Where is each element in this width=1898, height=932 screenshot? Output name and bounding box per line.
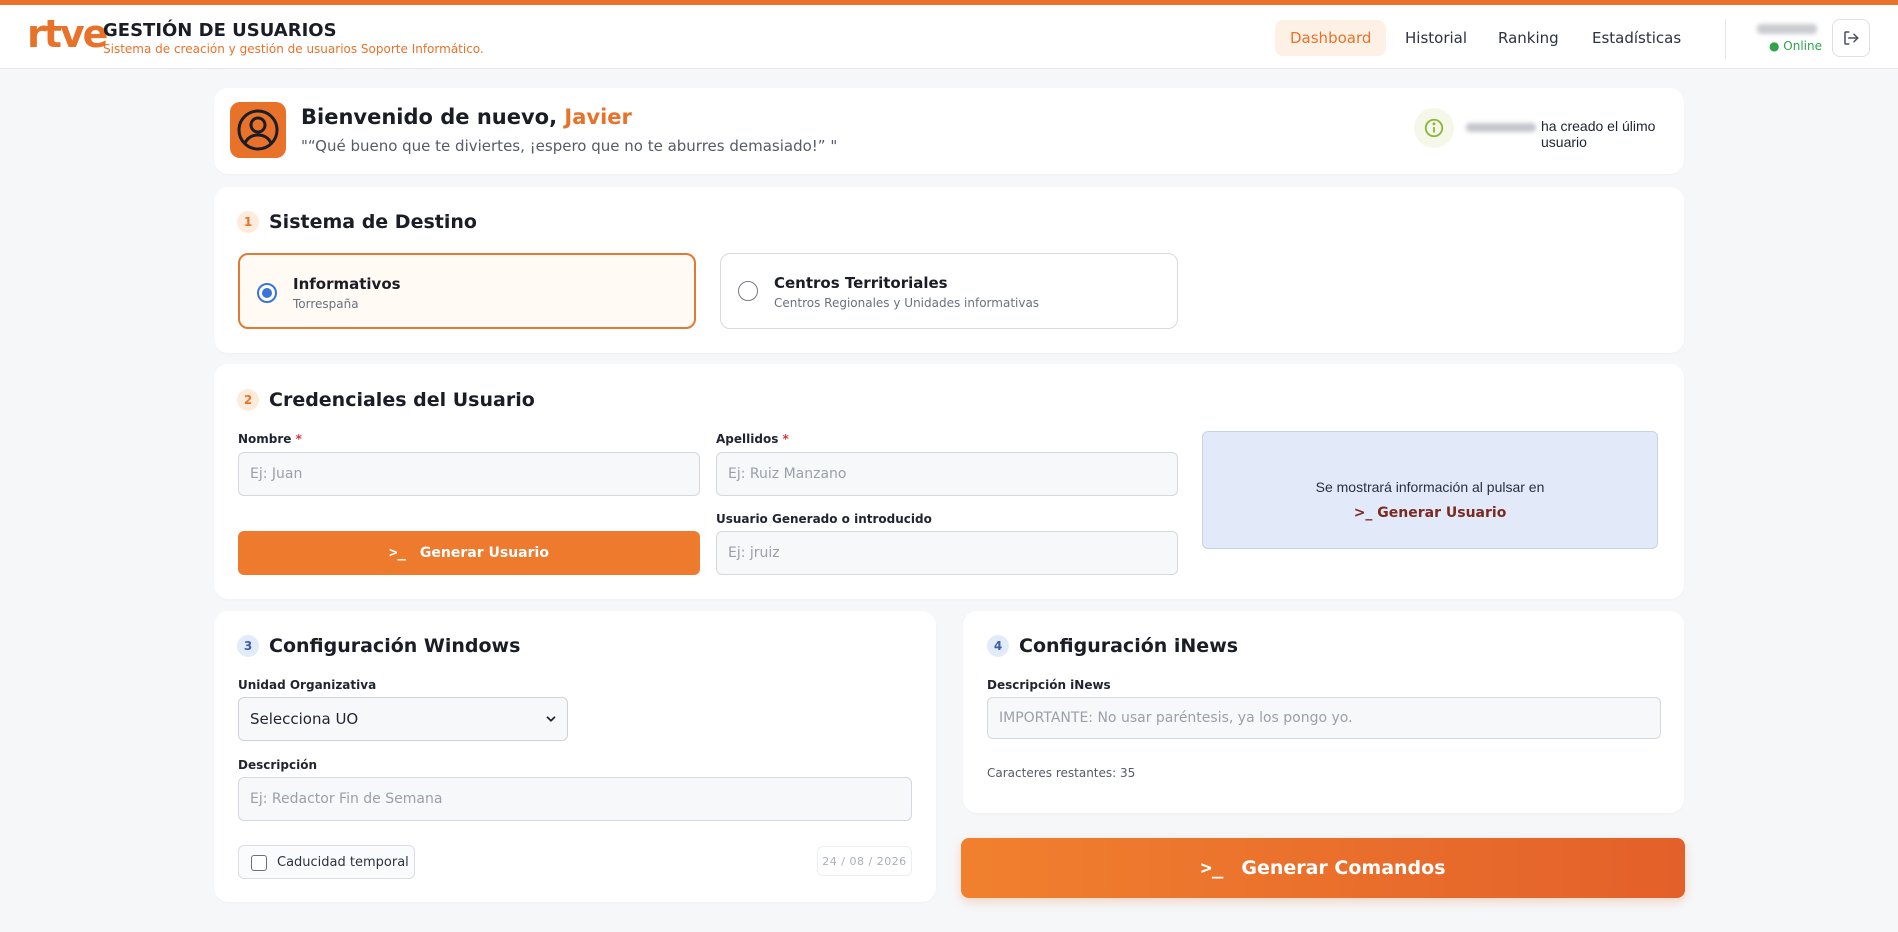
required-mark: * (295, 432, 302, 446)
caducidad-checkbox[interactable] (251, 855, 267, 871)
chevron-down-icon (546, 716, 556, 722)
info-badge (1414, 108, 1454, 148)
app-subtitle: Sistema de creación y gestión de usuario… (103, 42, 484, 56)
nav-estadisticas[interactable]: Estadísticas (1577, 20, 1696, 56)
apellidos-label: Apellidos * (716, 432, 789, 446)
welcome-card: Bienvenido de nuevo, Javier "“Qué bueno … (214, 88, 1684, 174)
header-divider (1725, 19, 1726, 59)
option-centros-territoriales[interactable]: Centros Territoriales Centros Regionales… (720, 253, 1178, 329)
descripcion-label: Descripción (238, 758, 317, 772)
credenciales-title: Credenciales del Usuario (269, 389, 535, 411)
generar-comandos-label: Generar Comandos (1241, 857, 1446, 879)
logout-icon (1844, 31, 1859, 45)
nav-dashboard[interactable]: Dashboard (1275, 20, 1387, 56)
apellidos-input[interactable] (716, 452, 1178, 496)
welcome-title: Bienvenido de nuevo, Javier (301, 105, 632, 129)
uo-label: Unidad Organizativa (238, 678, 377, 692)
nav-historial[interactable]: Historial (1390, 20, 1482, 56)
info-panel-text: Se mostrará información al pulsar en (1315, 479, 1545, 495)
app-header: rtve GESTIÓN DE USUARIOS Sistema de crea… (0, 5, 1898, 69)
last-user-name-blurred (1466, 123, 1536, 132)
chars-remaining: Caracteres restantes: 35 (987, 766, 1136, 780)
uo-selected-value: Selecciona UO (250, 710, 359, 728)
nombre-label-text: Nombre (238, 432, 292, 446)
welcome-user-name: Javier (564, 105, 632, 129)
avatar (230, 102, 286, 158)
inews-descripcion-input[interactable] (987, 697, 1661, 739)
terminal-prompt-icon: >_ (1200, 857, 1224, 879)
generar-usuario-button[interactable]: >_ Generar Usuario (238, 531, 700, 575)
uo-select[interactable]: Selecciona UO (238, 697, 568, 741)
credenciales-card: 2 Credenciales del Usuario Nombre * Apel… (214, 364, 1684, 599)
nombre-label: Nombre * (238, 432, 302, 446)
generar-usuario-label: Generar Usuario (419, 545, 549, 561)
user-info-panel: Se mostrará información al pulsar en >_ … (1202, 431, 1658, 549)
nombre-input[interactable] (238, 452, 700, 496)
user-status: ● Online (1769, 39, 1822, 53)
caducidad-label: Caducidad temporal (277, 855, 409, 870)
terminal-prompt-icon: >_ (389, 545, 406, 561)
destino-title: Sistema de Destino (269, 211, 477, 233)
inews-title: Configuración iNews (1019, 635, 1239, 657)
inews-card: 4 Configuración iNews Descripción iNews … (963, 611, 1684, 813)
user-name-blurred (1757, 24, 1817, 34)
option-subtitle: Torrespaña (293, 297, 359, 311)
option-title: Informativos (293, 275, 401, 293)
inews-descripcion-label: Descripción iNews (987, 678, 1111, 692)
descripcion-input[interactable] (238, 777, 912, 821)
rtve-logo[interactable]: rtve (27, 15, 108, 53)
step-badge-4: 4 (987, 635, 1009, 657)
logout-button[interactable] (1832, 19, 1870, 57)
radio-centros-territoriales[interactable] (738, 281, 758, 301)
usuario-label: Usuario Generado o introducido (716, 512, 932, 526)
option-title: Centros Territoriales (774, 274, 948, 292)
option-informativos[interactable]: Informativos Torrespaña (238, 253, 696, 329)
welcome-quote: "“Qué bueno que te diviertes, ¡espero qu… (301, 137, 838, 155)
radio-informativos[interactable] (257, 283, 277, 303)
info-icon (1424, 118, 1444, 138)
option-subtitle: Centros Regionales y Unidades informativ… (774, 296, 1040, 310)
last-user-text: ha creado el úlimo usuario (1541, 118, 1656, 150)
caducidad-date-field[interactable]: 24 / 08 / 2026 (817, 846, 912, 876)
windows-title: Configuración Windows (269, 635, 521, 657)
generar-comandos-button[interactable]: >_ Generar Comandos (961, 838, 1685, 898)
apellidos-label-text: Apellidos (716, 432, 779, 446)
step-badge-3: 3 (237, 635, 259, 657)
required-mark: * (782, 432, 789, 446)
caducidad-toggle[interactable]: Caducidad temporal (238, 845, 415, 879)
step-badge-2: 2 (237, 389, 259, 411)
welcome-greeting: Bienvenido de nuevo, (301, 105, 565, 129)
usuario-input[interactable] (716, 531, 1178, 575)
app-title: GESTIÓN DE USUARIOS (103, 20, 337, 41)
nav-ranking[interactable]: Ranking (1483, 20, 1574, 56)
info-panel-link: >_ Generar Usuario (1353, 505, 1507, 521)
user-circle-icon (237, 109, 279, 151)
destino-card: 1 Sistema de Destino Informativos Torres… (214, 187, 1684, 353)
step-badge-1: 1 (237, 211, 259, 233)
windows-card: 3 Configuración Windows Unidad Organizat… (214, 611, 936, 902)
